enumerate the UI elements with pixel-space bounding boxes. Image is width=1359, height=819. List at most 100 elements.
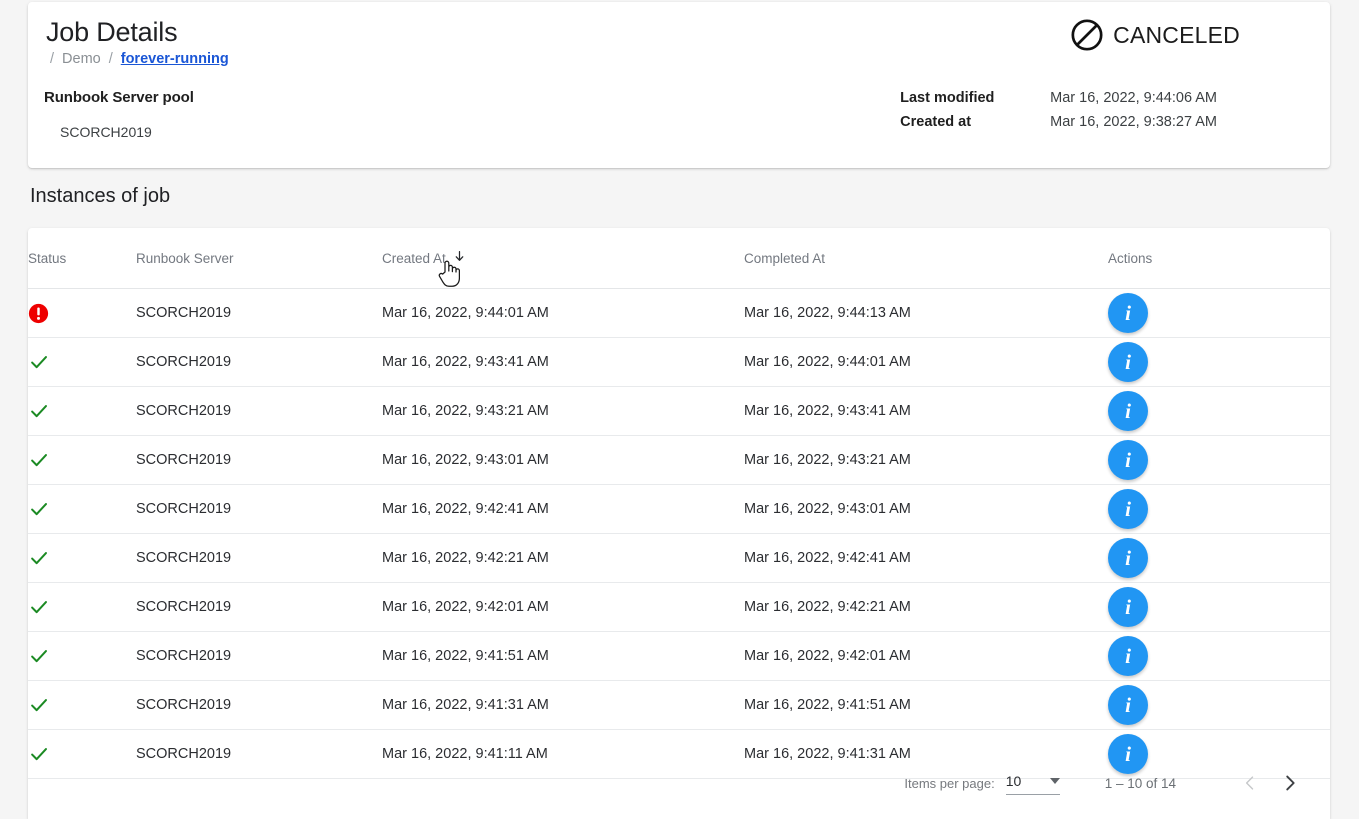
items-per-page-label: Items per page:	[904, 776, 994, 791]
cell-completed-at: Mar 16, 2022, 9:42:41 AM	[744, 534, 1108, 583]
cell-actions: i	[1108, 387, 1330, 436]
completed-at-value: Mar 16, 2022, 9:43:41 AM	[744, 403, 911, 419]
items-per-page-value: 10	[1006, 773, 1022, 789]
table-row[interactable]: SCORCH2019Mar 16, 2022, 9:42:41 AMMar 16…	[28, 485, 1330, 534]
cell-completed-at: Mar 16, 2022, 9:41:51 AM	[744, 681, 1108, 730]
cell-actions: i	[1108, 681, 1330, 730]
completed-at-value: Mar 16, 2022, 9:42:01 AM	[744, 648, 911, 664]
check-icon	[28, 351, 136, 373]
chevron-down-icon	[1050, 778, 1060, 784]
runbook-server-value: SCORCH2019	[136, 697, 231, 713]
cell-actions: i	[1108, 338, 1330, 387]
page-title: Job Details	[46, 17, 177, 48]
cell-created-at: Mar 16, 2022, 9:42:01 AM	[382, 583, 744, 632]
runbook-server-value: SCORCH2019	[136, 354, 231, 370]
error-icon	[28, 303, 136, 324]
job-details-page: Job Details / Demo / forever-running Run…	[0, 0, 1359, 819]
breadcrumb-link-forever-running[interactable]: forever-running	[121, 51, 229, 67]
table-header: Status Runbook Server Created At	[28, 228, 1330, 289]
cell-status	[28, 632, 136, 681]
runbook-server-value: SCORCH2019	[136, 599, 231, 615]
row-info-button[interactable]: i	[1108, 538, 1148, 578]
row-info-button[interactable]: i	[1108, 342, 1148, 382]
column-header-created-at[interactable]: Created At	[382, 228, 744, 289]
cell-created-at: Mar 16, 2022, 9:44:01 AM	[382, 289, 744, 338]
table-row[interactable]: SCORCH2019Mar 16, 2022, 9:43:01 AMMar 16…	[28, 436, 1330, 485]
cell-actions: i	[1108, 632, 1330, 681]
table-row[interactable]: SCORCH2019 Mar 16, 2022, 9:42:21 AMMar 16…	[28, 534, 1330, 583]
check-icon	[28, 400, 136, 422]
cell-created-at: Mar 16, 2022, 9:42:21 AM	[382, 534, 744, 583]
breadcrumb-separator-2: /	[109, 51, 113, 67]
table-row[interactable]: SCORCH2019Mar 16, 2022, 9:42:01 AMMar 16…	[28, 583, 1330, 632]
cell-status	[28, 485, 136, 534]
cell-runbook-server: SCORCH2019	[136, 387, 382, 436]
created-at-value: Mar 16, 2022, 9:44:01 AM	[382, 305, 549, 321]
check-icon	[28, 449, 136, 471]
chevron-right-icon	[1279, 772, 1301, 794]
table-row[interactable]: SCORCH2019Mar 16, 2022, 9:43:21 AMMar 16…	[28, 387, 1330, 436]
completed-at-value: Mar 16, 2022, 9:42:41 AM	[744, 550, 911, 566]
cell-created-at: Mar 16, 2022, 9:41:31 AM	[382, 681, 744, 730]
job-meta: Last modified Mar 16, 2022, 9:44:06 AM C…	[900, 90, 1217, 130]
completed-at-value: Mar 16, 2022, 9:44:01 AM	[744, 354, 911, 370]
cell-created-at: Mar 16, 2022, 9:43:01 AM	[382, 436, 744, 485]
table-row[interactable]: SCORCH2019Mar 16, 2022, 9:44:01 AMMar 16…	[28, 289, 1330, 338]
runbook-server-value: SCORCH2019	[136, 550, 231, 566]
cell-created-at: Mar 16, 2022, 9:43:41 AM	[382, 338, 744, 387]
job-details-card: Job Details / Demo / forever-running Run…	[28, 2, 1330, 168]
completed-at-value: Mar 16, 2022, 9:43:01 AM	[744, 501, 911, 517]
arrow-down-icon	[453, 250, 466, 266]
sort-control-created-at[interactable]: Created At	[382, 250, 466, 266]
row-info-button[interactable]: i	[1108, 685, 1148, 725]
table-header-row: Status Runbook Server Created At	[28, 228, 1330, 289]
info-icon: i	[1125, 401, 1131, 422]
table-row[interactable]: SCORCH2019 Mar 16, 2022, 9:41:51 AMMar 16…	[28, 632, 1330, 681]
cell-created-at: Mar 16, 2022, 9:41:51 AM	[382, 632, 744, 681]
cell-runbook-server: SCORCH2019	[136, 583, 382, 632]
runbook-server-value: SCORCH2019	[136, 648, 231, 664]
items-per-page-select[interactable]: 10	[1006, 771, 1060, 795]
runbook-server-value: SCORCH2019	[136, 403, 231, 419]
runbook-server-pool-value: SCORCH2019	[60, 124, 152, 140]
table-row[interactable]: SCORCH2019 Mar 16, 2022, 9:43:41 AM Mar 16…	[28, 338, 1330, 387]
runbook-server-value: SCORCH2019	[136, 305, 231, 321]
runbook-server-pool-label: Runbook Server pool	[44, 89, 194, 106]
meta-key-last-modified: Last modified	[900, 90, 1050, 106]
cell-created-at: Mar 16, 2022, 9:42:41 AM	[382, 485, 744, 534]
completed-at-value: Mar 16, 2022, 9:41:51 AM	[744, 697, 911, 713]
row-info-button[interactable]: i	[1108, 636, 1148, 676]
column-header-actions: Actions	[1108, 228, 1330, 289]
info-icon: i	[1125, 352, 1131, 373]
table-row[interactable]: SCORCH2019 Mar 16, 2022, 9:41:31 AM Mar 16…	[28, 681, 1330, 730]
row-info-button[interactable]: i	[1108, 391, 1148, 431]
cell-status	[28, 289, 136, 338]
row-info-button[interactable]: i	[1108, 440, 1148, 480]
previous-page-button[interactable]	[1230, 763, 1270, 803]
cell-runbook-server: SCORCH2019	[136, 289, 382, 338]
meta-value-last-modified: Mar 16, 2022, 9:44:06 AM	[1050, 90, 1217, 106]
breadcrumb-item-demo[interactable]: Demo	[62, 51, 101, 67]
next-page-button[interactable]	[1270, 763, 1310, 803]
created-at-value: Mar 16, 2022, 9:42:01 AM	[382, 599, 549, 615]
cell-actions: i	[1108, 534, 1330, 583]
column-header-completed-at: Completed At	[744, 228, 1108, 289]
cell-runbook-server: SCORCH2019	[136, 436, 382, 485]
created-at-value: Mar 16, 2022, 9:41:31 AM	[382, 697, 549, 713]
cancel-icon	[1070, 18, 1104, 52]
cell-status	[28, 338, 136, 387]
info-icon: i	[1125, 597, 1131, 618]
column-header-actions-label: Actions	[1108, 251, 1152, 266]
created-at-value: Mar 16, 2022, 9:42:41 AM	[382, 501, 549, 517]
column-header-status: Status	[28, 228, 136, 289]
meta-key-created-at: Created at	[900, 114, 1050, 130]
cell-actions: i	[1108, 289, 1330, 338]
row-info-button[interactable]: i	[1108, 489, 1148, 529]
info-icon: i	[1125, 499, 1131, 520]
row-info-button[interactable]: i	[1108, 587, 1148, 627]
instances-table: Status Runbook Server Created At	[28, 228, 1330, 779]
status-badge-label: CANCELED	[1113, 22, 1240, 49]
created-at-value: Mar 16, 2022, 9:43:41 AM	[382, 354, 549, 370]
row-info-button[interactable]: i	[1108, 293, 1148, 333]
column-header-created-at-label: Created At	[382, 251, 446, 266]
